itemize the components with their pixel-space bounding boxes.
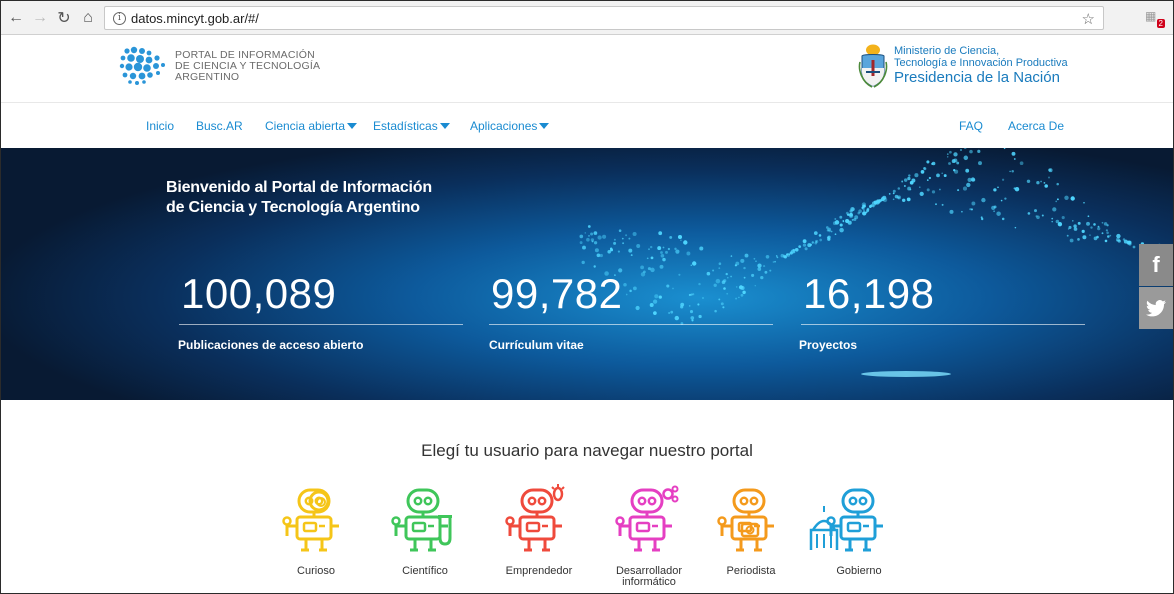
nav-aplicaciones-label: Aplicaciones xyxy=(470,119,538,133)
nav-aplicaciones[interactable]: Aplicaciones xyxy=(470,119,550,133)
stat-label: Currículum vitae xyxy=(489,338,584,352)
stat-label: Publicaciones de acceso abierto xyxy=(178,338,364,352)
user-option-label: Emprendedor xyxy=(484,566,594,577)
back-arrow-icon[interactable]: ← xyxy=(5,7,27,29)
facebook-icon: f xyxy=(1152,252,1160,277)
nav-inicio-label: Inicio xyxy=(146,119,175,133)
info-icon[interactable]: i xyxy=(113,11,126,25)
portal-logo[interactable]: PORTAL DE INFORMACIÓN DE CIENCIA Y TECNO… xyxy=(119,46,320,86)
browser-toolbar: ← → ↻ ⌂ i datos.mincyt.gob.ar/#/ ☆ ▦ 2 xyxy=(1,1,1173,35)
extension-icon[interactable]: ▦ 2 xyxy=(1145,9,1165,28)
nav-acerca-de[interactable]: Acerca De xyxy=(1008,119,1064,133)
user-option-label: Periodista xyxy=(696,566,806,577)
user-selection-section: Elegí tu usuario para navegar nuestro po… xyxy=(1,400,1173,593)
portal-logo-text: PORTAL DE INFORMACIÓN DE CIENCIA Y TECNO… xyxy=(175,48,321,83)
caret-down-icon xyxy=(347,123,358,129)
stat-value: 100,089 xyxy=(181,270,337,317)
address-bar[interactable]: i datos.mincyt.gob.ar/#/ ☆ xyxy=(104,6,1104,30)
hero-title-line1: Bienvenido al Portal de Información xyxy=(166,179,432,196)
stat-divider xyxy=(801,324,1085,325)
user-option-label: Desarrollador informático xyxy=(594,566,704,588)
user-label-line1: Gobierno xyxy=(836,565,882,577)
main-nav: Inicio Busc.AR Ciencia abierta Estadísti… xyxy=(1,102,1173,148)
user-option[interactable]: Gobierno xyxy=(804,484,914,577)
stat-divider xyxy=(179,324,463,325)
nav-acerca-label: Acerca De xyxy=(1008,119,1065,133)
extension-glyph: ▦ xyxy=(1145,9,1157,23)
user-option[interactable]: Desarrollador informático xyxy=(594,484,704,588)
ministry-logo[interactable]: Ministerio de Ciencia, Tecnología e Inno… xyxy=(858,42,1068,88)
stat-divider xyxy=(489,324,773,325)
forward-arrow-icon[interactable]: → xyxy=(29,7,51,29)
desarrollador-robot-icon xyxy=(614,485,678,552)
ministry-text: Ministerio de Ciencia, Tecnología e Inno… xyxy=(894,45,1068,86)
caret-down-icon xyxy=(439,123,450,129)
extension-badge: 2 xyxy=(1156,19,1165,28)
user-option[interactable]: Curioso xyxy=(261,484,371,577)
stat-value: 16,198 xyxy=(803,270,935,317)
user-label-line1: Emprendedor xyxy=(505,565,573,577)
portal-logo-line3: ARGENTINO xyxy=(175,70,240,83)
user-option[interactable]: Periodista xyxy=(696,484,806,577)
reload-icon[interactable]: ↻ xyxy=(53,7,75,29)
twitter-share-button[interactable] xyxy=(1139,287,1173,329)
gobierno-robot-icon xyxy=(809,488,883,552)
nav-ciencia-abierta[interactable]: Ciencia abierta xyxy=(265,119,358,133)
users-title: Elegí tu usuario para navegar nuestro po… xyxy=(421,441,753,460)
url-text: datos.mincyt.gob.ar/#/ xyxy=(131,10,259,26)
nav-faq-label: FAQ xyxy=(959,119,984,133)
nav-ciencia-label: Ciencia abierta xyxy=(265,119,346,133)
emprendedor-robot-icon xyxy=(504,484,565,552)
portal-logo-line2: DE CIENCIA Y TECNOLOGÍA xyxy=(175,59,321,72)
stat-value: 99,782 xyxy=(491,270,623,317)
portal-logo-line1: PORTAL DE INFORMACIÓN xyxy=(175,48,315,61)
nav-faq[interactable]: FAQ xyxy=(959,119,983,133)
hero-title-line2: de Ciencia y Tecnología Argentino xyxy=(166,199,420,216)
nav-inicio[interactable]: Inicio xyxy=(146,119,174,133)
nav-buscar[interactable]: Busc.AR xyxy=(196,119,243,133)
periodista-robot-icon xyxy=(716,488,774,552)
user-option-label: Científico xyxy=(370,566,480,577)
argentina-coat-of-arms-icon xyxy=(858,44,888,88)
site-header: PORTAL DE INFORMACIÓN DE CIENCIA Y TECNO… xyxy=(1,36,1173,102)
user-option[interactable]: Emprendedor xyxy=(484,484,594,577)
user-option-label: Curioso xyxy=(261,566,371,577)
screen: ← → ↻ ⌂ i datos.mincyt.gob.ar/#/ ☆ ▦ 2 P… xyxy=(0,0,1174,594)
user-label-line2: informático xyxy=(622,576,676,588)
user-option[interactable]: Científico xyxy=(370,484,480,577)
ministry-line2: Tecnología e Innovación Productiva xyxy=(894,56,1068,69)
facebook-share-button[interactable]: f xyxy=(1139,244,1173,286)
nav-estadisticas-label: Estadísticas xyxy=(373,119,438,133)
stat-publicaciones: 100,089 Publicaciones de acceso abierto xyxy=(178,270,463,352)
stat-curriculum: 99,782 Currículum vitae xyxy=(489,270,773,352)
star-icon[interactable]: ☆ xyxy=(1082,10,1095,28)
user-option-label: Gobierno xyxy=(804,566,914,577)
portal-logo-dots-icon xyxy=(119,46,165,85)
home-icon[interactable]: ⌂ xyxy=(77,7,99,29)
cientifico-robot-icon xyxy=(390,488,452,552)
hero-title: Bienvenido al Portal de Información de C… xyxy=(166,178,432,218)
nav-buscar-label: Busc.AR xyxy=(196,119,243,133)
twitter-icon xyxy=(1146,299,1166,316)
caret-down-icon xyxy=(539,123,550,129)
user-label-line1: Periodista xyxy=(726,565,776,577)
nav-estadisticas[interactable]: Estadísticas xyxy=(373,119,450,133)
ministry-line3: Presidencia de la Nación xyxy=(894,68,1060,86)
user-label-line1: Científico xyxy=(402,565,448,577)
ministry-line1: Ministerio de Ciencia, xyxy=(894,44,1000,57)
user-label-line1: Curioso xyxy=(297,565,335,577)
stat-proyectos: 16,198 Proyectos xyxy=(799,270,1085,352)
curioso-robot-icon xyxy=(281,488,339,552)
stat-label: Proyectos xyxy=(799,338,858,352)
hero-banner: Bienvenido al Portal de Información de C… xyxy=(1,148,1173,400)
